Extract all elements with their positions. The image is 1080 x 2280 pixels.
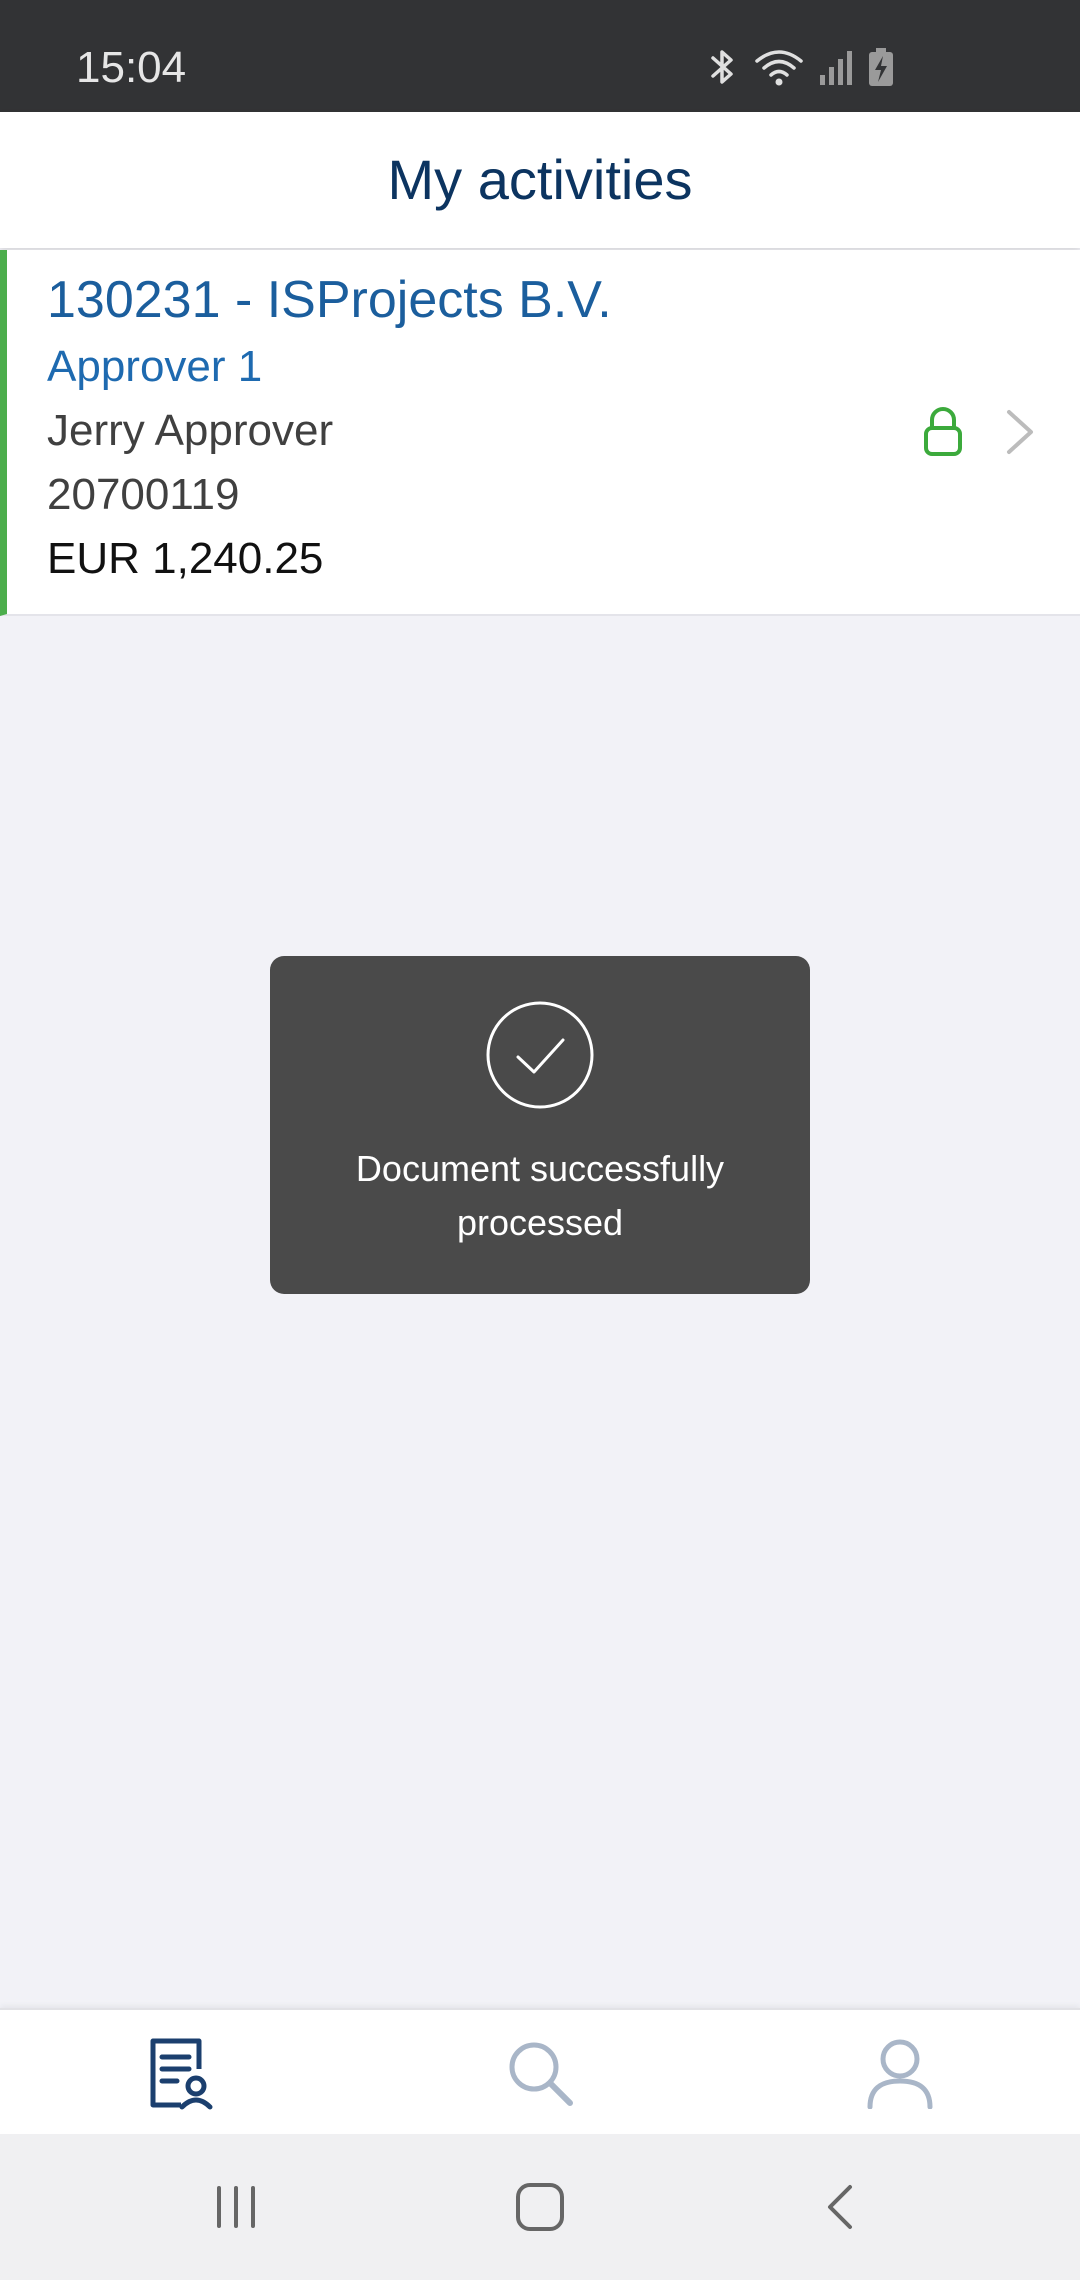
tab-profile[interactable] [720, 2010, 1080, 2136]
user-icon [867, 2039, 933, 2109]
activity-card[interactable]: 130231 - ISProjects B.V. Approver 1 Jerr… [0, 250, 1080, 616]
bottom-tab-bar [0, 2008, 1080, 2134]
chevron-right-icon[interactable] [997, 404, 1041, 460]
wifi-icon [755, 50, 803, 86]
back-button[interactable] [660, 2134, 1020, 2280]
activity-amount: EUR 1,240.25 [47, 534, 324, 583]
status-icons [706, 44, 894, 90]
status-time: 15:04 [76, 43, 187, 92]
status-bar: 15:04 [0, 0, 1080, 112]
recent-apps-icon [217, 2186, 255, 2228]
page-title: My activities [387, 148, 693, 211]
home-icon [516, 2183, 564, 2231]
battery-charging-icon [869, 48, 893, 86]
signal-icon [820, 51, 852, 85]
unlocked-lock-icon [924, 407, 962, 456]
check-circle-icon [486, 1001, 594, 1109]
activity-person: Jerry Approver [47, 406, 334, 455]
toast-message: Document successfully processed [355, 1148, 725, 1243]
activity-document-number: 20700119 [47, 470, 240, 519]
system-nav-bar [0, 2134, 1080, 2280]
search-icon [509, 2042, 573, 2106]
back-icon [828, 2185, 852, 2229]
document-user-icon [150, 2038, 213, 2110]
bluetooth-icon [711, 50, 733, 84]
tab-activities[interactable] [0, 2010, 360, 2136]
app-header: My activities [0, 112, 1080, 248]
activity-role: Approver 1 [47, 342, 263, 391]
tab-search[interactable] [360, 2010, 720, 2136]
success-toast: Document successfully processed [270, 956, 810, 1294]
activity-title: 130231 - ISProjects B.V. [47, 271, 612, 329]
